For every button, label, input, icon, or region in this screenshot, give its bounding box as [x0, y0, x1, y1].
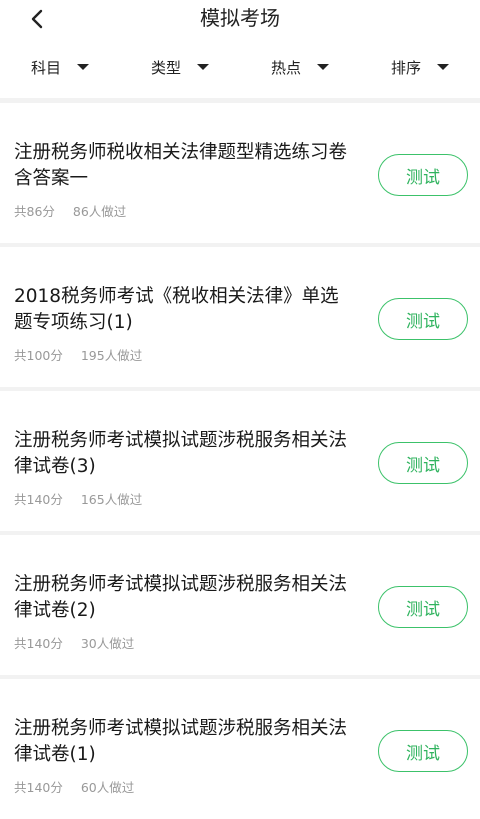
exam-score: 共140分 — [14, 492, 63, 507]
filter-label: 类型 — [150, 58, 181, 77]
test-button[interactable]: 测试 — [378, 730, 468, 772]
exam-title: 2018税务师考试《税收相关法律》单选题专项练习(1) — [14, 286, 339, 333]
exam-score: 共140分 — [14, 780, 63, 795]
exam-item[interactable]: 注册税务师考试模拟试题涉税服务相关法律试卷(3) 共140分 165人做过 测试 — [0, 391, 480, 531]
filter-type[interactable]: 类型 — [120, 40, 240, 98]
caret-down-icon — [317, 64, 329, 70]
exam-count: 195人做过 — [80, 348, 143, 363]
exam-score: 共140分 — [14, 636, 63, 651]
chevron-left-icon — [31, 9, 43, 29]
exam-title: 注册税务师考试模拟试题涉税服务相关法律试卷(1) — [14, 718, 348, 765]
exam-title: 注册税务师税收相关法律题型精选练习卷含答案一 — [14, 142, 348, 189]
exam-count: 86人做过 — [72, 204, 127, 219]
header: 模拟考场 — [0, 0, 480, 40]
caret-down-icon — [437, 64, 449, 70]
filter-label: 科目 — [30, 58, 61, 77]
page-title: 模拟考场 — [200, 6, 280, 30]
exam-score: 共100分 — [14, 348, 63, 363]
test-button[interactable]: 测试 — [378, 298, 468, 340]
filter-bar: 科目 类型 热点 排序 — [0, 40, 480, 98]
filter-sort[interactable]: 排序 — [360, 40, 480, 98]
exam-meta: 共86分 86人做过 — [14, 201, 126, 220]
filter-label: 热点 — [270, 58, 301, 77]
exam-item[interactable]: 注册税务师考试模拟试题涉税服务相关法律试卷(1) 共140分 60人做过 测试 — [0, 679, 480, 819]
filter-hot[interactable]: 热点 — [240, 40, 360, 98]
exam-meta: 共140分 165人做过 — [14, 489, 142, 508]
exam-meta: 共140分 30人做过 — [14, 633, 134, 652]
exam-meta: 共140分 60人做过 — [14, 777, 134, 796]
back-button[interactable] — [22, 2, 52, 36]
exam-title: 注册税务师考试模拟试题涉税服务相关法律试卷(3) — [14, 430, 348, 477]
filter-subject[interactable]: 科目 — [0, 40, 120, 98]
test-button[interactable]: 测试 — [378, 442, 468, 484]
caret-down-icon — [77, 64, 89, 70]
exam-count: 60人做过 — [80, 780, 135, 795]
test-button[interactable]: 测试 — [378, 586, 468, 628]
exam-score: 共86分 — [14, 204, 55, 219]
exam-item[interactable]: 2018税务师考试《税收相关法律》单选题专项练习(1) 共100分 195人做过 … — [0, 247, 480, 387]
exam-count: 30人做过 — [80, 636, 135, 651]
exam-title: 注册税务师考试模拟试题涉税服务相关法律试卷(2) — [14, 574, 348, 621]
exam-count: 165人做过 — [80, 492, 143, 507]
exam-meta: 共100分 195人做过 — [14, 345, 142, 364]
caret-down-icon — [197, 64, 209, 70]
test-button[interactable]: 测试 — [378, 154, 468, 196]
filter-label: 排序 — [390, 58, 421, 77]
exam-item[interactable]: 注册税务师考试模拟试题涉税服务相关法律试卷(2) 共140分 30人做过 测试 — [0, 535, 480, 675]
exam-list: 注册税务师税收相关法律题型精选练习卷含答案一 共86分 86人做过 测试 2018… — [0, 103, 480, 819]
exam-item[interactable]: 注册税务师税收相关法律题型精选练习卷含答案一 共86分 86人做过 测试 — [0, 103, 480, 243]
